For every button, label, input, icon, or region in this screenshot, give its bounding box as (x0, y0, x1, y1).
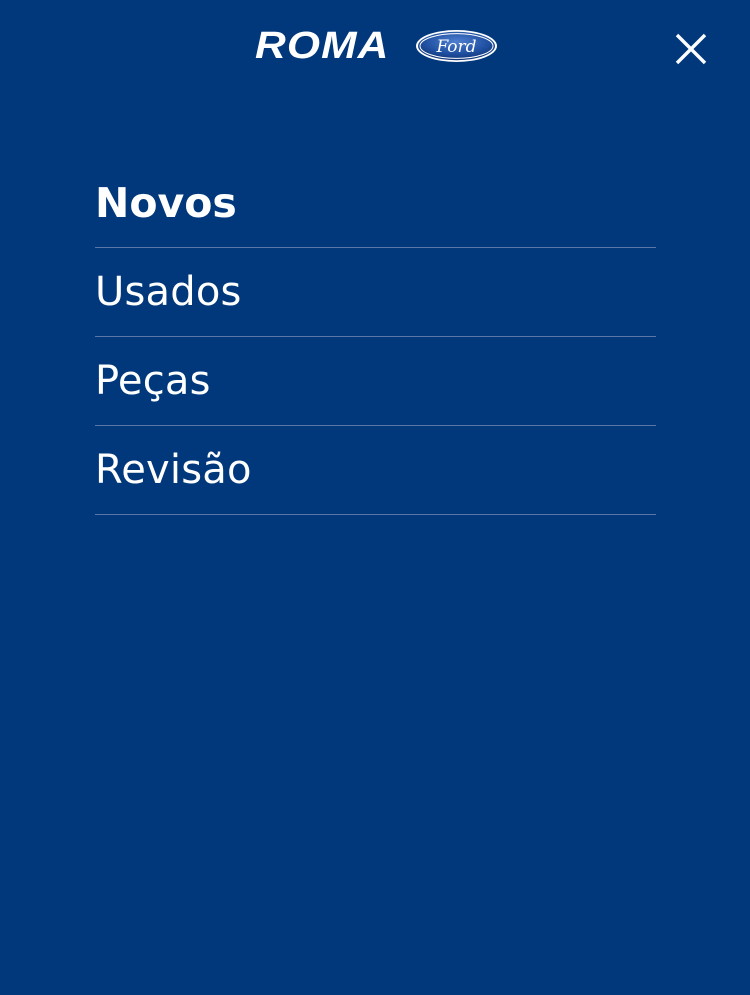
menu-item-label: Revisão (95, 447, 252, 493)
menu-item-usados[interactable]: Usados (95, 248, 656, 337)
ford-script-text: Ford (435, 37, 476, 57)
menu-item-novos[interactable]: Novos (95, 159, 656, 248)
menu-item-label: Usados (95, 269, 242, 315)
close-icon (675, 33, 707, 65)
roma-ford-logo[interactable]: ROMA Ford (255, 27, 498, 65)
close-button[interactable] (668, 27, 713, 72)
header: ROMA Ford (0, 0, 750, 96)
main-menu: Novos Usados Peças Revisão (95, 159, 656, 515)
menu-item-pecas[interactable]: Peças (95, 337, 656, 426)
menu-item-label: Novos (95, 179, 237, 227)
logo-wordmark: ROMA (255, 25, 390, 67)
menu-item-label: Peças (95, 358, 211, 404)
menu-item-revisao[interactable]: Revisão (95, 426, 656, 515)
ford-oval-logo: Ford (415, 29, 498, 63)
